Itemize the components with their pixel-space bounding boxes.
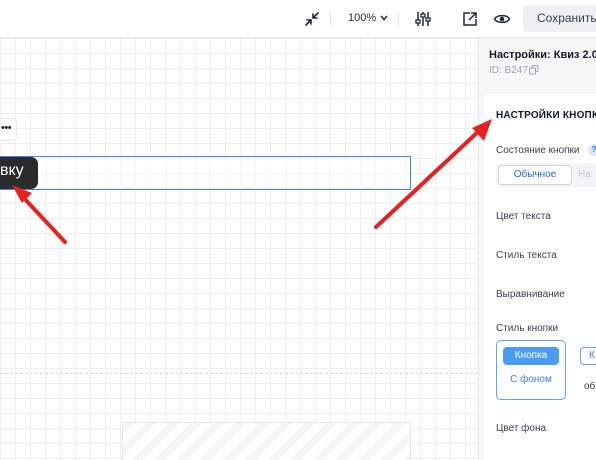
- state-hover-option[interactable]: На: [578, 169, 591, 180]
- element-id: ID: B247: [489, 65, 528, 76]
- panel-title: Настройки: Квиз 2.0: [489, 49, 596, 61]
- chevron-down-icon[interactable]: [380, 15, 388, 21]
- more-options-button[interactable]: •••: [0, 118, 17, 141]
- style-option-filled[interactable]: Кнопка С фоном: [496, 340, 566, 400]
- help-icon[interactable]: ?: [588, 144, 596, 156]
- top-toolbar: 100% Сохранить: [0, 0, 596, 38]
- style-preview-pill: Кнопка: [503, 347, 559, 365]
- state-normal-option[interactable]: Обычное: [498, 165, 572, 185]
- editor-canvas[interactable]: ••• вку: [0, 38, 478, 460]
- alignment-label: Выравнивание: [496, 289, 565, 300]
- external-link-icon[interactable]: [461, 10, 479, 28]
- style-option-caption: С фоном: [510, 374, 552, 385]
- style-option-outline[interactable]: К: [580, 347, 596, 365]
- copy-icon[interactable]: [529, 65, 539, 75]
- toolbar-divider: [330, 11, 331, 27]
- text-style-label: Стиль текста: [496, 250, 557, 261]
- button-style-label: Стиль кнопки: [496, 323, 559, 334]
- settings-panel: Настройки: Квиз 2.0 ID: B247 НАСТРОЙКИ К…: [478, 38, 596, 460]
- bg-color-label: Цвет фона: [496, 423, 547, 434]
- button-label-tooltip: вку: [0, 157, 38, 189]
- style-option-caption: об: [584, 381, 596, 392]
- placeholder-block[interactable]: [122, 422, 411, 460]
- selected-button-element[interactable]: [0, 156, 411, 190]
- toolbar-divider: [398, 11, 399, 27]
- button-state-label: Состояние кнопки: [496, 145, 580, 156]
- collapse-arrows-icon[interactable]: [303, 10, 321, 28]
- button-state-segmented: Обычное На: [496, 163, 596, 187]
- section-divider: [0, 373, 478, 374]
- sliders-icon[interactable]: [414, 10, 432, 28]
- eye-icon[interactable]: [493, 10, 511, 28]
- save-button[interactable]: Сохранить: [523, 5, 596, 32]
- text-color-label: Цвет текста: [496, 211, 551, 222]
- section-title: НАСТРОЙКИ КНОПКИ: [496, 110, 596, 121]
- zoom-level[interactable]: 100%: [348, 12, 376, 24]
- button-settings-card: НАСТРОЙКИ КНОПКИ Состояние кнопки ? Обыч…: [484, 94, 596, 460]
